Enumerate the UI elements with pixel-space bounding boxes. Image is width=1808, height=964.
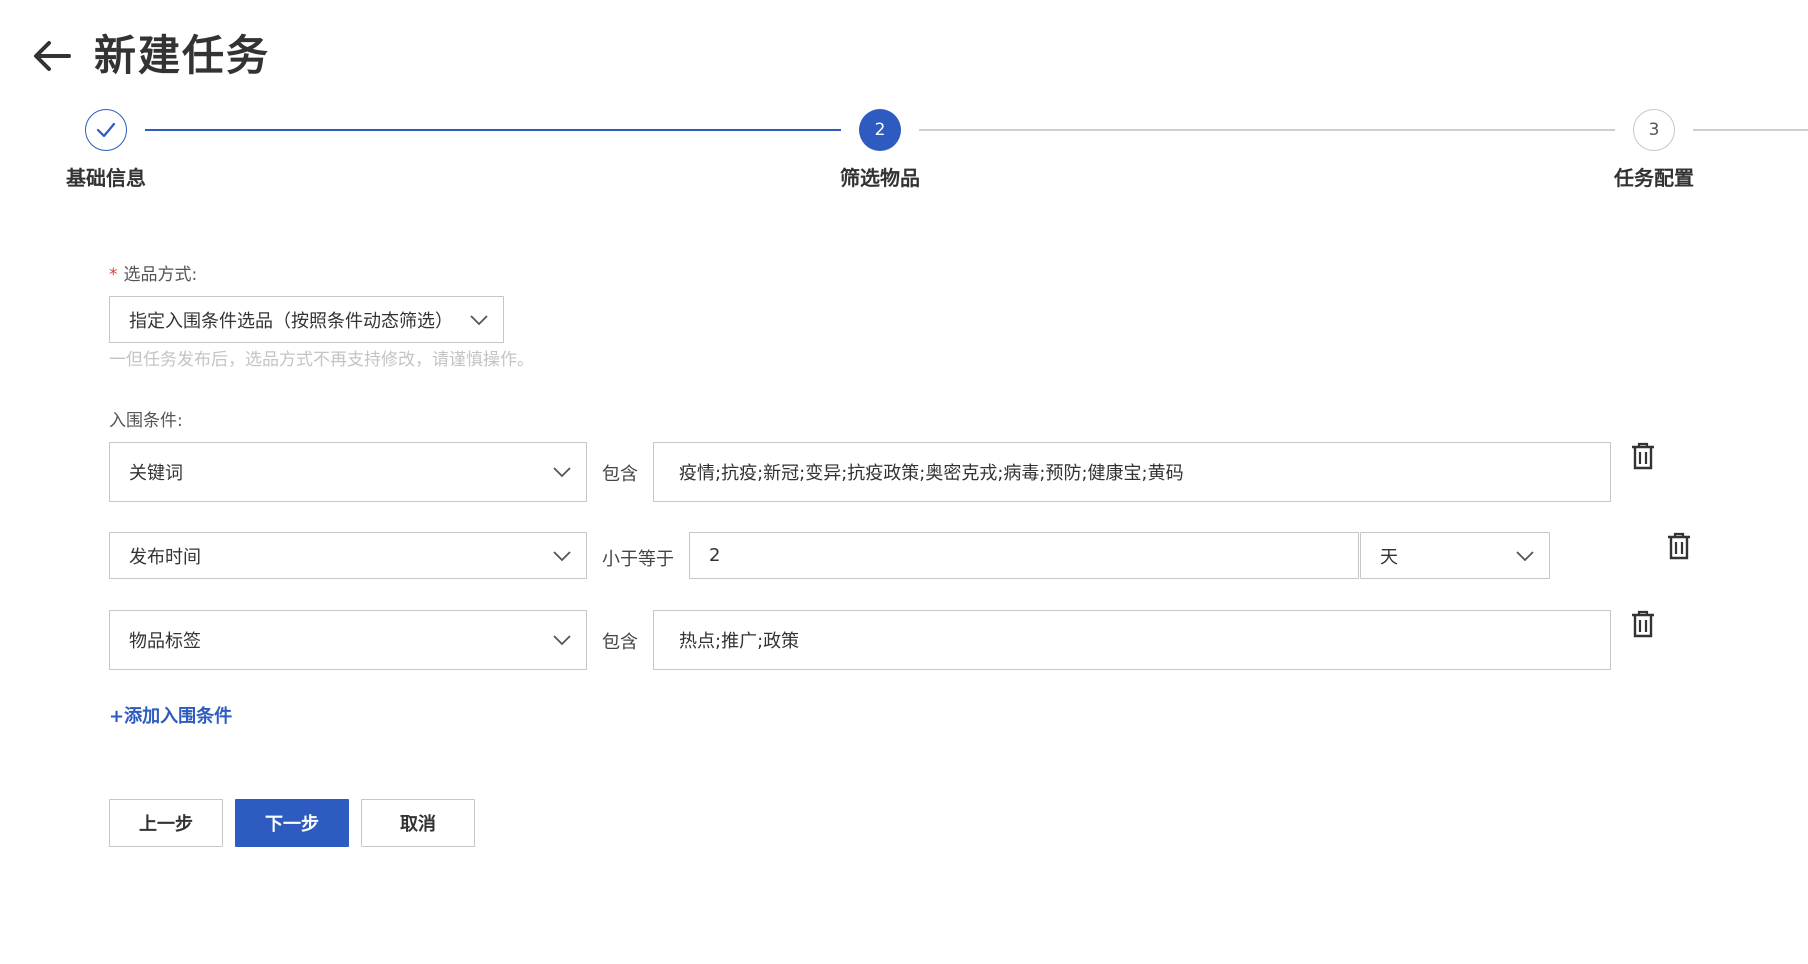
check-icon [96, 122, 116, 138]
selection-method-label: * 选品方式: [109, 260, 197, 285]
condition-3-field-value: 物品标签 [129, 631, 201, 652]
step-3-circle: 3 [1633, 109, 1675, 151]
selection-method-select[interactable]: 指定入围条件选品（按照条件动态筛选） [109, 296, 504, 343]
chevron-down-icon [553, 635, 571, 646]
next-step-button[interactable]: 下一步 [235, 799, 349, 847]
selection-method-value: 指定入围条件选品（按照条件动态筛选） [129, 310, 453, 332]
condition-1-operator: 包含 [602, 464, 638, 485]
condition-2-value: 2 [709, 545, 721, 566]
cancel-button[interactable]: 取消 [361, 799, 475, 847]
condition-2-operator: 小于等于 [602, 549, 674, 570]
condition-3-value-input[interactable]: 热点;推广;政策 [653, 610, 1611, 670]
condition-3-delete-button[interactable] [1631, 610, 1655, 638]
step-2-label: 筛选物品 [840, 166, 920, 190]
page: 新建任务 2 3 基础信息 筛选物品 任务配置 * 选品方式: 指定入围条件选品（… [0, 0, 1808, 964]
back-button[interactable] [30, 36, 74, 76]
page-title: 新建任务 [94, 31, 271, 80]
chevron-down-icon [1516, 550, 1534, 561]
trash-icon [1668, 532, 1690, 560]
condition-3-field-select[interactable]: 物品标签 [109, 610, 587, 670]
trash-icon [1632, 610, 1654, 638]
condition-2-value-input[interactable]: 2 [689, 532, 1359, 579]
step-1-circle [85, 109, 127, 151]
prev-step-button[interactable]: 上一步 [109, 799, 223, 847]
condition-2-field-value: 发布时间 [129, 546, 201, 568]
step-2-circle: 2 [859, 109, 901, 151]
condition-2-unit-select[interactable]: 天 [1360, 532, 1550, 579]
condition-1-value-input[interactable]: 疫情;抗疫;新冠;变异;抗疫政策;奥密克戎;病毒;预防;健康宝;黄码 [653, 442, 1611, 502]
add-condition-link[interactable]: +添加入围条件 [109, 702, 232, 728]
condition-1-delete-button[interactable] [1631, 442, 1655, 470]
step-connector-2 [919, 129, 1615, 131]
chevron-down-icon [470, 314, 488, 325]
condition-2-delete-button[interactable] [1667, 532, 1691, 560]
step-1-label: 基础信息 [66, 166, 146, 190]
selection-method-label-text: 选品方式: [123, 265, 198, 285]
condition-2-unit-value: 天 [1380, 546, 1398, 568]
chevron-down-icon [553, 467, 571, 478]
step-connector-1 [145, 129, 841, 131]
conditions-label: 入围条件: [109, 411, 183, 431]
arrow-left-icon [34, 41, 71, 71]
trash-icon [1632, 442, 1654, 470]
condition-1-value: 疫情;抗疫;新冠;变异;抗疫政策;奥密克戎;病毒;预防;健康宝;黄码 [679, 463, 1184, 484]
condition-3-operator: 包含 [602, 632, 638, 653]
required-mark: * [109, 265, 118, 285]
step-connector-3 [1693, 129, 1808, 131]
step-3-label: 任务配置 [1614, 166, 1694, 190]
condition-1-field-select[interactable]: 关键词 [109, 442, 587, 502]
selection-method-hint: 一但任务发布后，选品方式不再支持修改，请谨慎操作。 [109, 350, 534, 370]
condition-1-field-value: 关键词 [129, 463, 183, 484]
chevron-down-icon [553, 550, 571, 561]
condition-3-value: 热点;推广;政策 [679, 631, 800, 652]
condition-2-field-select[interactable]: 发布时间 [109, 532, 587, 579]
